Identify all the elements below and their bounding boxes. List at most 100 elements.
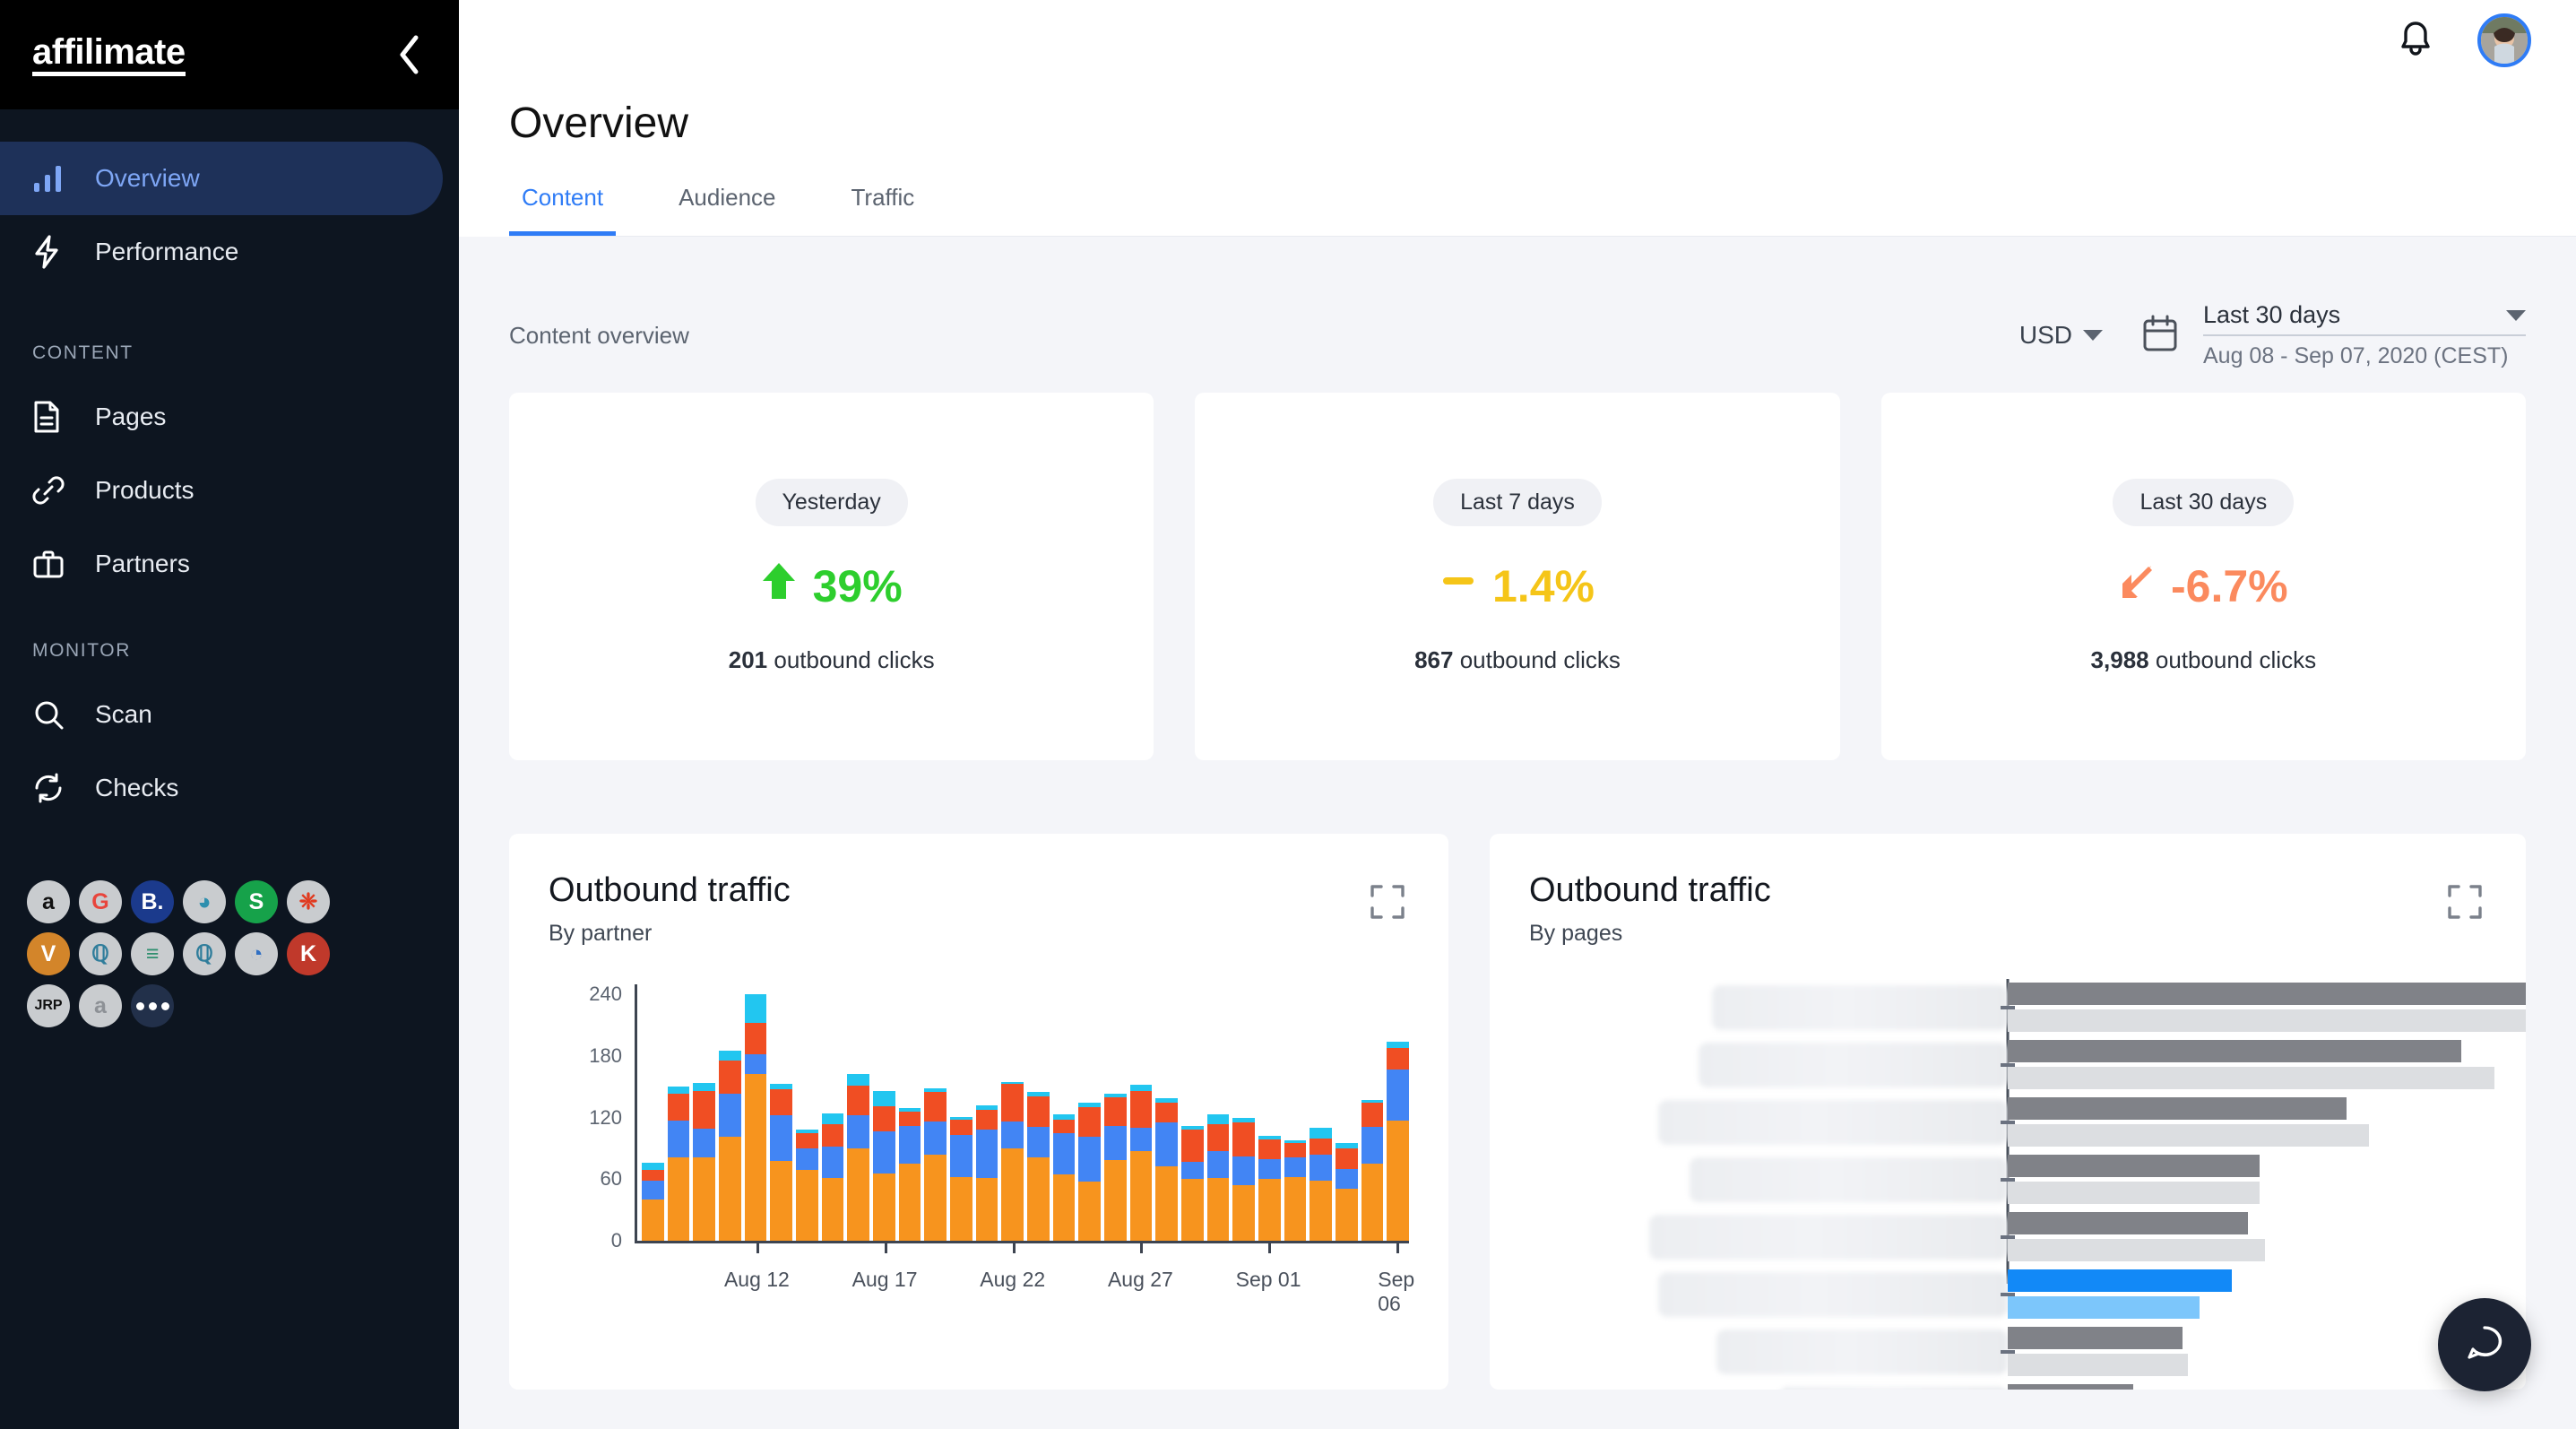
bar-segment	[873, 1130, 895, 1174]
bar-column[interactable]	[975, 1105, 998, 1241]
bar-segment	[924, 1092, 947, 1122]
sidebar-item-partners[interactable]: Partners	[0, 527, 443, 601]
date-range-selector[interactable]: Last 30 days Aug 08 - Sep 07, 2020 (CEST…	[2140, 301, 2526, 369]
bar-segment	[1336, 1148, 1358, 1169]
bar-column[interactable]	[898, 1108, 921, 1241]
bar-segment	[1284, 1177, 1307, 1241]
q2-partner-icon[interactable]: ℚ	[183, 932, 226, 975]
bar-column[interactable]	[924, 1087, 947, 1241]
tab-audience[interactable]: Audience	[666, 184, 788, 236]
sidebar-item-performance[interactable]: Performance	[0, 215, 443, 289]
bar-previous	[2008, 1296, 2200, 1319]
chat-bubble-button[interactable]	[2438, 1298, 2531, 1391]
tab-content[interactable]: Content	[509, 184, 617, 236]
cart-partner-icon[interactable]: ◔	[235, 932, 278, 975]
fr-partner-icon[interactable]: ≡	[131, 932, 174, 975]
teal-drop-partner-icon[interactable]: ◕	[183, 880, 226, 923]
bar-column[interactable]	[719, 1051, 741, 1241]
sidebar-item-checks[interactable]: Checks	[0, 751, 443, 825]
bar-column[interactable]	[796, 1130, 818, 1241]
sidebar-item-scan[interactable]: Scan	[0, 678, 443, 751]
v-partner-icon[interactable]: V	[27, 932, 70, 975]
g-partner-icon[interactable]: G	[79, 880, 122, 923]
flame-partner-icon[interactable]: ❈	[287, 880, 330, 923]
bar-segment	[667, 1157, 690, 1241]
sidebar-item-pages[interactable]: Pages	[0, 380, 443, 454]
bar-column[interactable]	[1027, 1092, 1050, 1241]
page-bar-row[interactable]	[1529, 979, 2526, 1036]
page-bar-row[interactable]	[1529, 1208, 2486, 1266]
bar-column[interactable]	[1052, 1114, 1076, 1241]
expand-fullscreen-icon[interactable]	[1370, 884, 1405, 924]
sidebar-item-label: Performance	[95, 238, 239, 265]
sidebar-item-label: Pages	[95, 403, 167, 430]
sidebar-item-products[interactable]: Products	[0, 454, 443, 527]
page-bar-row[interactable]	[1529, 1094, 2486, 1151]
tab-traffic[interactable]: Traffic	[839, 184, 928, 236]
stat-clicks-value: 201	[728, 646, 768, 673]
bar-column[interactable]	[1258, 1136, 1281, 1241]
jrp-partner-icon[interactable]: JRP	[27, 984, 70, 1027]
bar-column[interactable]	[1155, 1098, 1179, 1241]
page-bar-row[interactable]	[1529, 1323, 2486, 1381]
chevron-left-icon[interactable]	[396, 34, 423, 75]
amazon-alt-partner-icon[interactable]: a	[79, 984, 122, 1027]
bar-previous	[2008, 1124, 2369, 1147]
bar-column[interactable]	[873, 1091, 895, 1241]
app-logo[interactable]: affilimate	[32, 34, 186, 76]
bar-column[interactable]	[667, 1087, 690, 1241]
more-partners-button[interactable]	[131, 984, 174, 1027]
amazon-partner-icon[interactable]: a	[27, 880, 70, 923]
bar-column[interactable]	[1001, 1081, 1024, 1241]
bar-column[interactable]	[1387, 1042, 1410, 1241]
bar-column[interactable]	[847, 1073, 870, 1241]
notifications-bell-icon[interactable]	[2397, 19, 2434, 63]
bar-column[interactable]	[950, 1116, 972, 1241]
bar-segment	[796, 1170, 818, 1241]
bar-column[interactable]	[1232, 1117, 1256, 1241]
booking-partner-icon[interactable]: B.	[131, 880, 174, 923]
bar-column[interactable]	[744, 994, 767, 1241]
magnifier-icon	[32, 697, 72, 732]
currency-selector[interactable]: USD	[2019, 321, 2103, 350]
bar-column[interactable]	[1129, 1085, 1153, 1241]
bar-column[interactable]	[1078, 1102, 1102, 1241]
bar-column[interactable]	[1361, 1100, 1384, 1241]
shareasale-partner-icon[interactable]: S	[235, 880, 278, 923]
bar-column[interactable]	[642, 1163, 664, 1241]
bar-column[interactable]	[1336, 1143, 1358, 1241]
sidebar-nav: Overview Performance CONTENT Pages Produ…	[0, 109, 459, 825]
bar-column[interactable]	[1104, 1094, 1127, 1241]
stat-card-yesterday: Yesterday 39% 201 outbound clicks	[509, 393, 1154, 760]
x-axis-tick-label: Aug 22	[980, 1268, 1046, 1291]
bar-segment	[719, 1060, 741, 1095]
link-icon	[32, 472, 72, 508]
page-bar-row[interactable]	[1529, 1151, 2486, 1208]
date-range-subtitle: Aug 08 - Sep 07, 2020 (CEST)	[2203, 343, 2509, 368]
bar-current	[2008, 1327, 2183, 1349]
bar-column[interactable]	[1310, 1128, 1333, 1241]
bar-column[interactable]	[1181, 1125, 1204, 1241]
document-icon	[32, 399, 72, 435]
sidebar-item-overview[interactable]: Overview	[0, 142, 443, 215]
sidebar-item-label: Checks	[95, 774, 179, 801]
page-bar-row[interactable]	[1529, 1381, 2486, 1390]
bar-segment	[975, 1178, 998, 1241]
expand-fullscreen-icon[interactable]	[2447, 884, 2483, 924]
bar-segment	[1361, 1164, 1384, 1241]
bar-segment	[1232, 1156, 1256, 1186]
page-bar-row[interactable]	[1529, 1266, 2486, 1323]
x-axis-tick-label: Aug 27	[1107, 1268, 1173, 1291]
k-partner-icon[interactable]: K	[287, 932, 330, 975]
bar-segment	[1232, 1185, 1256, 1241]
bar-column[interactable]	[693, 1082, 716, 1241]
bar-column[interactable]	[821, 1113, 844, 1241]
bar-column[interactable]	[1284, 1139, 1307, 1241]
bar-segment	[770, 1160, 793, 1241]
bar-column[interactable]	[1206, 1114, 1230, 1241]
page-bar-row[interactable]	[1529, 1036, 2494, 1094]
bar-column[interactable]	[770, 1084, 793, 1241]
bar-segment	[821, 1146, 844, 1179]
q-partner-icon[interactable]: ℚ	[79, 932, 122, 975]
user-avatar[interactable]	[2477, 13, 2531, 67]
